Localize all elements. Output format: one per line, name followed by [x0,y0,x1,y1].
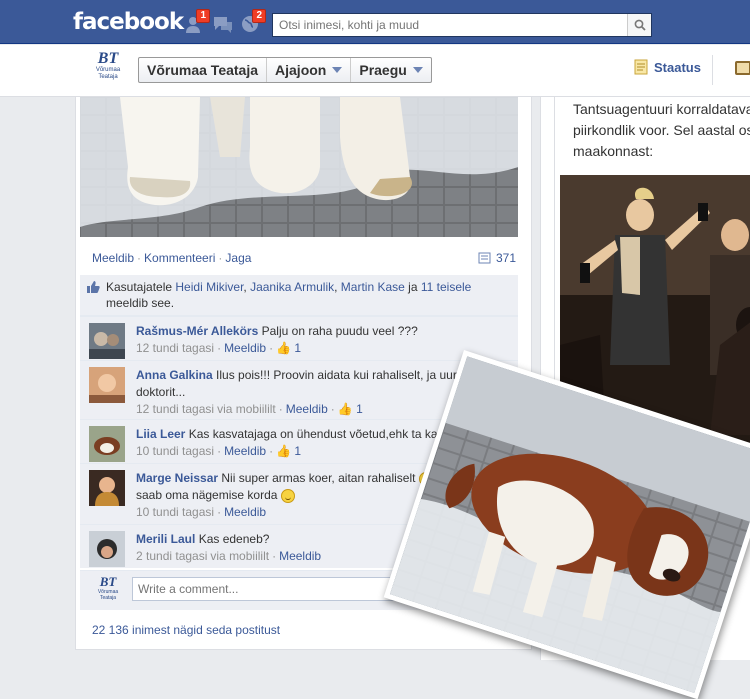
crumb-timeline[interactable]: Ajajoon [267,58,352,82]
search-box [272,13,652,37]
share-icon [478,252,491,263]
share-link[interactable]: Jaga [225,251,251,265]
avatar[interactable] [89,367,125,403]
likes-and: ja [408,280,418,294]
notifications-icon[interactable]: 2 [240,9,266,34]
crumb-now[interactable]: Praegu [351,58,430,82]
comment-author[interactable]: Anna Galkina [136,368,213,382]
likes-summary: Kasutajatele Heidi Mikiver, Jaanika Armu… [80,275,518,316]
liker-name[interactable]: Jaanika Armulik [250,280,334,294]
avatar[interactable] [89,426,125,462]
separator-dot: · [218,251,223,265]
avatar[interactable] [89,323,125,359]
crumb-label: Praegu [359,62,407,78]
likes-prefix: Kasutajatele [106,280,173,294]
top-bar: facebook 1 2 [0,0,750,44]
photo-icon[interactable] [735,61,750,75]
status-note-icon [634,59,648,75]
search-button[interactable] [627,14,651,36]
separator-dot: · [137,251,142,265]
comment-link[interactable]: Kommenteeri [144,251,215,265]
thumbs-up-icon [87,281,100,293]
comment-like-count[interactable]: 👍 1 [276,443,301,460]
chevron-down-icon [332,67,343,73]
dog-legs-photo [80,97,518,237]
right-post-line: Tantsuagentuuri korraldatava [573,101,750,117]
right-post-text: Tantsuagentuuri korraldatava piirkondlik… [573,99,750,162]
avatar[interactable] [89,531,125,567]
page-logo-caption: Võrumaa Teataja [95,67,121,80]
crumb-label: Võrumaa Teataja [147,62,259,78]
comment-via: via mobiililt [217,402,276,416]
comment-like-link[interactable]: Meeldib [224,504,266,521]
status-label: Staatus [654,59,701,75]
share-count[interactable]: 371 [478,251,516,265]
comment-like-link[interactable]: Meeldib [224,340,266,357]
notifications-badge: 2 [252,9,266,23]
page-logo-monogram: BT [99,574,117,589]
smiley-icon [280,488,295,503]
comment: Rašmus-Mér Allekörs Palju on raha puudu … [80,316,518,360]
seen-count[interactable]: 22 136 inimest nägid seda postitust [92,623,280,637]
liker-name[interactable]: Heidi Mikiver [175,280,243,294]
header-divider [712,55,713,85]
page-logo-caption: Võrumaa Teataja [97,589,119,601]
chevron-down-icon [412,67,423,73]
comment-time[interactable]: 10 tundi tagasi [136,443,214,460]
right-post-line: maakonnast: [573,143,654,159]
comment-author[interactable]: Rašmus-Mér Allekörs [136,324,258,338]
avatar[interactable] [89,470,125,506]
page-logo: BT Võrumaa Teataja [92,575,124,607]
comment-author[interactable]: Merili Laul [136,532,195,546]
page-logo[interactable]: BT Võrumaa Teataja [88,51,128,89]
likes-suffix: meeldib see. [106,296,175,310]
comment-like-count[interactable]: 👍 1 [276,340,301,357]
comment-like-link[interactable]: Meeldib [279,548,321,565]
timeline-rule [554,97,555,397]
post-photo[interactable] [80,97,518,237]
comment-time[interactable]: 12 tundi tagasi [136,401,214,418]
comment-text: Kas kasvatajaga on ühendust võetud,ehk t… [188,427,473,441]
comment-like-count[interactable]: 👍 1 [338,401,363,418]
comment-text: Kas edeneb? [198,532,270,546]
like-link[interactable]: Meeldib [92,251,134,265]
status-button[interactable]: Staatus [634,59,701,75]
comment-via: via mobiililt [210,549,270,563]
likes-others-link[interactable]: 11 teisele [421,280,471,294]
search-icon [634,19,646,31]
crumb-page-name[interactable]: Võrumaa Teataja [139,58,268,82]
facebook-logo[interactable]: facebook [73,9,184,35]
comment-author[interactable]: Liia Leer [136,427,185,441]
comment-time[interactable]: 2 tundi tagasi [136,548,207,565]
page-header: BT Võrumaa Teataja Võrumaa Teataja Ajajo… [0,45,750,97]
comment-author[interactable]: Marge Neissar [136,471,218,485]
right-post-line: piirkondlik voor. Sel aastal osa [573,122,750,138]
comment-text: Palju on raha puudu veel ??? [261,324,418,338]
page-logo-monogram: BT [97,50,119,67]
crumb-label: Ajajoon [275,62,327,78]
share-count-value: 371 [495,251,516,265]
comment-time[interactable]: 12 tundi tagasi [136,340,214,357]
liker-name[interactable]: Martin Kase [341,280,405,294]
comment-like-link[interactable]: Meeldib [224,443,266,460]
comment-time[interactable]: 10 tundi tagasi [136,504,214,521]
comment-text: Nii super armas koer, aitan rahaliselt [221,471,416,485]
breadcrumb: Võrumaa Teataja Ajajoon Praegu [138,57,432,83]
messages-icon[interactable] [212,14,234,34]
friend-requests-icon[interactable]: 1 [184,9,210,34]
comment-like-link[interactable]: Meeldib [286,401,328,418]
post-actions: Meeldib · Kommenteeri · Jaga 371 [80,247,520,269]
search-input[interactable] [273,14,623,36]
friend-requests-badge: 1 [196,9,210,23]
